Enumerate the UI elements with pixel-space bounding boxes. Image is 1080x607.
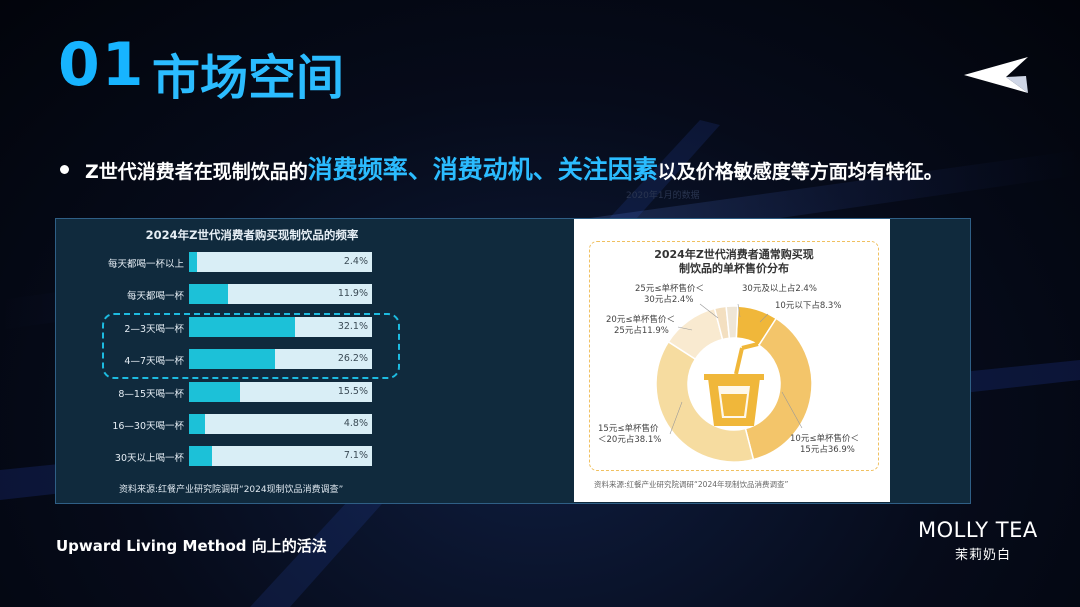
bar-row: 30天以上喝一杯 7.1% <box>56 446 376 467</box>
label-25-30-a: 25元≤单杯售价＜ <box>635 284 704 294</box>
donut-chart-source: 资料来源:红餐产业研究院调研“2024年现制饮品消费调查” <box>594 480 789 489</box>
bar-category-label: 30天以上喝一杯 <box>114 453 184 465</box>
bar-track: 2.4% <box>189 252 372 272</box>
faint-overlay-text: 2020年1月的数据 <box>626 191 700 201</box>
section-number: 01 <box>58 30 146 100</box>
label-20-25-b: 25元占11.9% <box>614 326 669 336</box>
bullet-highlight: 消费频率、消费动机、关注因素 <box>307 155 658 184</box>
brand-logo-icon <box>964 57 1028 93</box>
price-donut-card: 2024年Z世代消费者通常购买现制饮品的单杯售价分布 30元及以上占2.4% 2… <box>574 219 890 502</box>
bar-value-label: 2.4% <box>343 256 368 267</box>
bar-chart-source: 资料来源:红餐产业研究院调研“2024现制饮品消费调查” <box>119 485 344 495</box>
bar-value-label: 7.1% <box>343 450 368 462</box>
label-15-20-a: 15元≤单杯售价 <box>598 424 659 434</box>
highlight-dashed-box <box>102 313 400 379</box>
frequency-bar-chart: 2024年Z世代消费者购买现制饮品的频率 每天都喝一杯以上 2.4% 每天都喝一杯 1… <box>56 219 576 503</box>
bar-category-label: 8—15天喝一杯 <box>118 388 184 400</box>
label-25-30-b: 30元占2.4% <box>644 295 694 305</box>
bar-value-label: 11.9% <box>337 288 368 300</box>
label-15-20-b: ＜20元占38.1% <box>598 435 662 445</box>
bar-row: 16—30天喝一杯 4.8% <box>56 414 376 434</box>
bar-row: 每天都喝一杯 11.9% <box>56 284 376 305</box>
label-30plus: 30元及以上占2.4% <box>742 284 817 294</box>
label-20-25-a: 20元≤单杯售价＜ <box>606 315 675 325</box>
label-10-15-a: 10元≤单杯售价＜ <box>790 434 859 444</box>
bar <box>189 414 205 434</box>
donut-frame: 2024年Z世代消费者通常购买现制饮品的单杯售价分布 30元及以上占2.4% 2… <box>589 241 879 471</box>
label-under10: 10元以下占8.3% <box>775 301 842 311</box>
bar <box>189 284 229 305</box>
bar-track: 15.5% <box>189 381 372 402</box>
page-title: 市场空间 <box>152 50 345 106</box>
chart-panel: 2024年Z世代消费者购买现制饮品的频率 每天都喝一杯以上 2.4% 每天都喝一杯 1… <box>55 218 971 504</box>
brand-name-en: MOLLY TEA <box>918 518 1038 542</box>
bar-track: 11.9% <box>189 284 372 305</box>
bar-value-label: 15.5% <box>337 385 368 397</box>
bar-track: 4.8% <box>189 414 372 434</box>
bar-value-label: 4.8% <box>343 418 368 429</box>
brand-name-cn: 茉莉奶白 <box>955 548 1012 563</box>
bar-category-label: 16—30天喝一杯 <box>112 421 184 432</box>
bar-track: 7.1% <box>189 446 372 467</box>
bar-chart-title: 2024年Z世代消费者购买现制饮品的频率 <box>145 228 359 242</box>
bullet-dot-icon <box>60 165 69 174</box>
bar-category-label: 每天都喝一杯 <box>126 291 184 303</box>
bar <box>189 252 197 272</box>
bar-category-label: 每天都喝一杯以上 <box>107 259 184 270</box>
bullet-suffix: 以及价格敏感度等方面均有特征。 <box>657 161 943 183</box>
bullet-text: Z世代消费者在现制饮品的消费频率、消费动机、关注因素以及价格敏感度等方面均有特征… <box>60 150 943 186</box>
bar <box>189 381 241 402</box>
footer-slogan: Upward Living Method 向上的活法 <box>56 537 327 555</box>
label-10-15-b: 15元占36.9% <box>800 445 855 455</box>
bullet-prefix: Z世代消费者在现制饮品的 <box>85 161 308 183</box>
bar-row: 8—15天喝一杯 15.5% <box>56 381 376 402</box>
bar <box>189 446 213 467</box>
bar-row: 每天都喝一杯以上 2.4% <box>56 252 376 272</box>
